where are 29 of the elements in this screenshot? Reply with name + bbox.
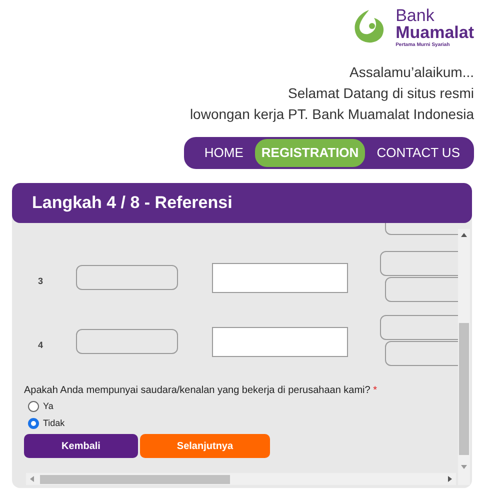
scroll-right-icon[interactable] bbox=[448, 476, 452, 482]
required-mark: * bbox=[373, 385, 378, 396]
greeting-text: Selamat Datang di situs resmi bbox=[288, 84, 474, 103]
row-number: 3 bbox=[38, 275, 44, 288]
greeting-text: Assalamu’alaikum... bbox=[350, 63, 474, 82]
horizontal-scrollbar[interactable] bbox=[26, 473, 456, 485]
radio-label: Tidak bbox=[43, 416, 65, 430]
text-area[interactable] bbox=[212, 327, 348, 357]
step-title: Langkah 4 / 8 - Referensi bbox=[32, 192, 232, 214]
scroll-left-icon[interactable] bbox=[30, 476, 34, 482]
scroll-up-icon[interactable] bbox=[461, 233, 467, 237]
vertical-scrollbar[interactable] bbox=[458, 229, 470, 485]
scrollbar-thumb[interactable] bbox=[40, 474, 230, 484]
scroll-down-icon[interactable] bbox=[461, 465, 467, 469]
radio-label: Ya bbox=[43, 400, 54, 413]
logo-text: Bank bbox=[396, 6, 436, 24]
text-area[interactable] bbox=[212, 263, 348, 293]
row-number: 4 bbox=[38, 339, 44, 352]
nav-link[interactable]: CONTACT US bbox=[370, 139, 466, 167]
back-button[interactable]: Kembali bbox=[24, 434, 138, 458]
greeting-text: lowongan kerja PT. Bank Muamalat Indonesia bbox=[190, 105, 474, 124]
radio-button[interactable] bbox=[28, 418, 39, 429]
input-field[interactable] bbox=[76, 329, 178, 354]
logo-text: Muamalat bbox=[396, 24, 474, 40]
radio-button[interactable] bbox=[28, 401, 39, 412]
question-text: Apakah Anda mempunyai saudara/kenalan yang bekerja di perusahaan kami? bbox=[24, 385, 370, 396]
nav-link[interactable]: HOME bbox=[198, 139, 250, 167]
input-field[interactable] bbox=[76, 265, 178, 290]
scrollbar-thumb[interactable] bbox=[459, 323, 469, 455]
